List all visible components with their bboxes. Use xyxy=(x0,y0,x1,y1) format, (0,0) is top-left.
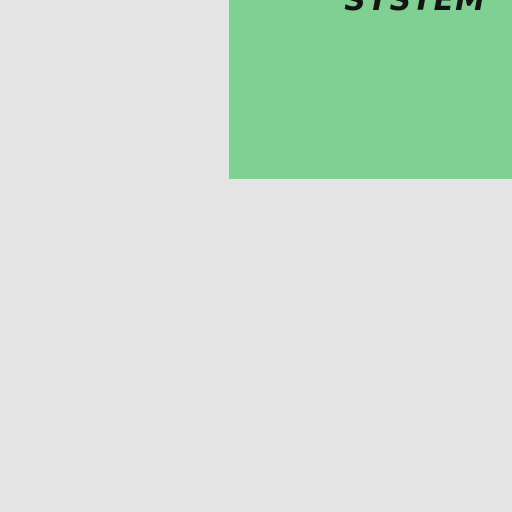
system-tile-title: SYSTEM xyxy=(344,0,486,18)
app-canvas: SYSTEM xyxy=(0,0,512,512)
system-tile[interactable]: SYSTEM xyxy=(229,0,512,179)
